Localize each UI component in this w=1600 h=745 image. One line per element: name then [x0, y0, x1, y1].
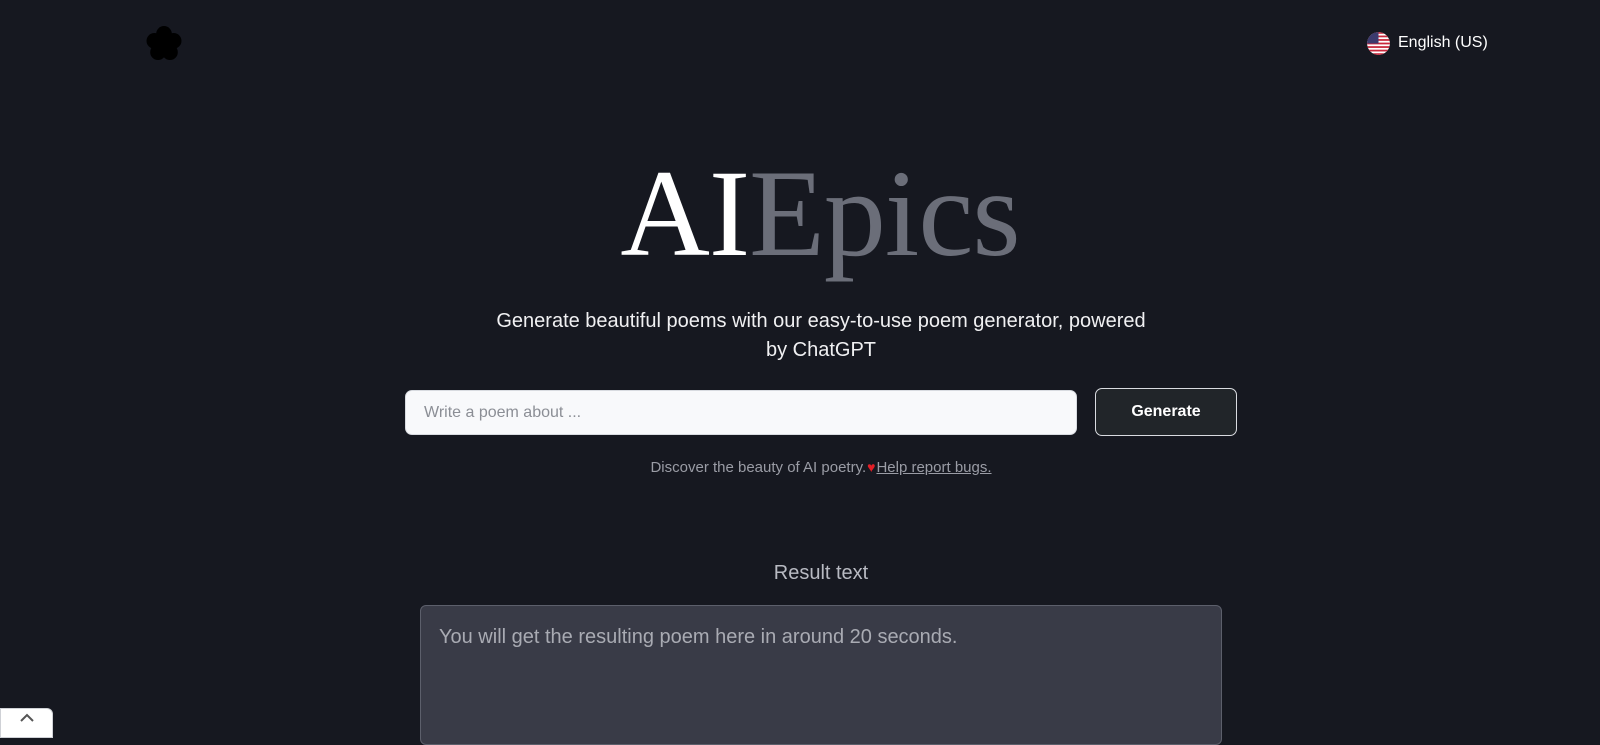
- language-label: English (US): [1398, 34, 1488, 51]
- result-placeholder: You will get the resulting poem here in …: [439, 626, 958, 648]
- title-epics: Epics: [749, 145, 1020, 282]
- report-bugs-link[interactable]: Help report bugs.: [876, 459, 991, 476]
- subtitle: Generate beautiful poems with our easy-t…: [490, 307, 1152, 365]
- heart-icon: ♥: [867, 459, 876, 475]
- helper-text: Discover the beauty of AI poetry.♥Help r…: [0, 459, 1600, 476]
- result-textarea[interactable]: You will get the resulting poem here in …: [420, 605, 1222, 745]
- site-logo[interactable]: [140, 20, 188, 68]
- subtitle-line-2: by ChatGPT: [765, 339, 877, 361]
- generate-button[interactable]: Generate: [1095, 388, 1237, 436]
- scroll-to-top-button[interactable]: [0, 708, 53, 738]
- language-selector[interactable]: English (US): [1367, 30, 1488, 56]
- poem-prompt-input[interactable]: [405, 390, 1077, 435]
- result-label: Result text: [773, 562, 869, 584]
- subtitle-line-1: Generate beautiful poems with our easy-t…: [496, 310, 1146, 332]
- us-flag-icon: [1367, 31, 1390, 55]
- flower-icon: [146, 26, 182, 61]
- page-title: AIEpics: [0, 152, 1600, 276]
- title-ai: AI: [620, 145, 750, 282]
- chevron-up-icon: [19, 713, 34, 722]
- helper-message: Discover the beauty of AI poetry.: [650, 459, 867, 476]
